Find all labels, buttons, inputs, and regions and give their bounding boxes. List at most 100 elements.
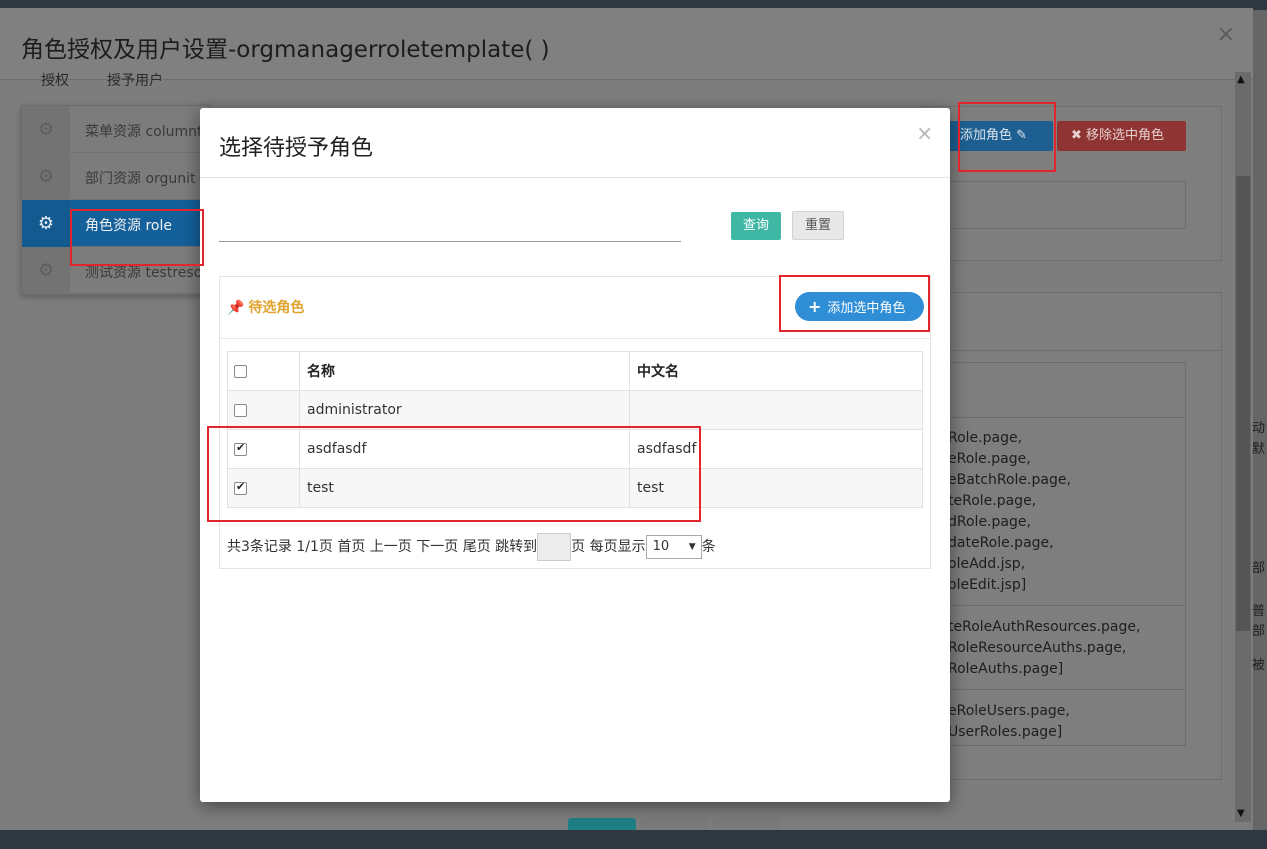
role-cn-name-cell: test bbox=[629, 468, 923, 508]
tab-authorize[interactable]: 授权 bbox=[41, 70, 69, 90]
gear-icon: ⚙ bbox=[22, 106, 70, 153]
gear-icon: ⚙ bbox=[22, 153, 70, 200]
role-auth-tabs: 授权 授予用户 bbox=[21, 68, 1216, 110]
row-checkbox[interactable] bbox=[234, 480, 247, 495]
add-role-label: 添加角色 bbox=[960, 128, 1013, 143]
pager-per-page-label: 每页显示 bbox=[589, 539, 646, 555]
granted-roles-list bbox=[921, 181, 1186, 229]
dialog-close-button[interactable]: × bbox=[916, 121, 933, 145]
menu-item-test-resource[interactable]: ⚙ 测试资源 testresou bbox=[22, 247, 212, 294]
pager-jump-label: 跳转到 bbox=[495, 539, 538, 555]
permission-line: dateRole.page, bbox=[948, 535, 1054, 551]
edge-text: 部 bbox=[1252, 561, 1266, 576]
pager-prev-link[interactable]: 上一页 bbox=[370, 539, 412, 555]
scrollbar-thumb[interactable] bbox=[1236, 176, 1250, 631]
permission-line: teRoleAuthResources.page, bbox=[948, 619, 1141, 635]
row-checkbox-cell bbox=[227, 390, 300, 430]
plus-icon: + bbox=[808, 297, 822, 316]
permissions-panel-divider bbox=[921, 350, 1222, 351]
pager-summary: 共3条记录 1/1页 bbox=[227, 539, 333, 555]
permission-group-3: eRoleUsers.page, UserRoles.page] bbox=[948, 701, 1070, 743]
edge-text: 被 bbox=[1252, 658, 1266, 673]
permissions-row-divider bbox=[930, 605, 1186, 606]
permission-line: RoleAuths.page] bbox=[948, 661, 1064, 677]
add-selected-roles-button[interactable]: + 添加选中角色 bbox=[795, 292, 924, 321]
edge-text: 部 bbox=[1252, 624, 1266, 639]
page-size-select[interactable]: 10 ▼ bbox=[645, 535, 702, 559]
role-name-cell: asdfasdf bbox=[299, 429, 630, 469]
table-header-row: 名称 中文名 bbox=[227, 351, 923, 391]
role-search-input[interactable] bbox=[219, 219, 681, 242]
scroll-up-icon[interactable]: ▲ bbox=[1237, 74, 1245, 85]
dialog-title: 选择待授予角色 bbox=[219, 136, 374, 161]
row-checkbox[interactable] bbox=[234, 403, 247, 417]
permission-line: eRole.page, bbox=[948, 451, 1031, 467]
menu-item-label: 角色资源 role bbox=[85, 218, 172, 234]
role-name-cell: test bbox=[299, 468, 630, 508]
add-role-button[interactable]: 添加角色 ✎ bbox=[947, 121, 1053, 151]
candidate-roles-divider bbox=[220, 338, 930, 339]
query-button[interactable]: 查询 bbox=[731, 212, 781, 240]
remove-role-label: 移除选中角色 bbox=[1086, 128, 1165, 143]
close-icon: ✖ bbox=[1071, 128, 1082, 143]
app-bottom-bar bbox=[0, 830, 1267, 849]
role-cn-name-cell bbox=[629, 390, 923, 430]
select-all-checkbox[interactable] bbox=[234, 364, 247, 378]
permission-line: Role.page, bbox=[948, 430, 1023, 446]
permissions-row-divider bbox=[930, 417, 1186, 418]
permission-line: dRole.page, bbox=[948, 514, 1031, 530]
permission-line: teRole.page, bbox=[948, 493, 1037, 509]
reset-button[interactable]: 重置 bbox=[792, 211, 844, 240]
menu-item-column-resource[interactable]: ⚙ 菜单资源 columnt bbox=[22, 106, 210, 153]
pager-next-link[interactable]: 下一页 bbox=[416, 539, 458, 555]
chevron-down-icon: ▼ bbox=[688, 542, 696, 552]
page-size-value: 10 bbox=[652, 539, 670, 554]
roles-table: 名称 中文名 administrator asdfasdf asdfasdf t… bbox=[227, 351, 923, 508]
permission-group-1: Role.page, eRole.page, eBatchRole.page, … bbox=[948, 428, 1071, 596]
pagination: 共3条记录 1/1页 首页 上一页 下一页 尾页 跳转到 页 每页显示 10 ▼ 条 bbox=[227, 533, 716, 561]
role-name-cell: administrator bbox=[299, 390, 630, 430]
table-row[interactable]: asdfasdf asdfasdf bbox=[227, 429, 923, 469]
permission-group-2: teRoleAuthResources.page, RoleResourceAu… bbox=[948, 617, 1140, 680]
pager-page-unit: 页 bbox=[571, 539, 586, 555]
table-row[interactable]: test test bbox=[227, 468, 923, 508]
candidate-roles-title: 待选角色 bbox=[248, 300, 305, 316]
permission-line: eRoleUsers.page, bbox=[948, 703, 1070, 719]
edge-text: 动 bbox=[1252, 421, 1266, 436]
pager-first-link[interactable]: 首页 bbox=[337, 539, 365, 555]
permission-line: UserRoles.page] bbox=[948, 724, 1063, 740]
tab-grant-users[interactable]: 授予用户 bbox=[107, 70, 163, 90]
permission-line: RoleResourceAuths.page, bbox=[948, 640, 1127, 656]
permissions-row-divider bbox=[930, 689, 1186, 690]
role-cn-name-cell: asdfasdf bbox=[629, 429, 923, 469]
table-row[interactable]: administrator bbox=[227, 390, 923, 430]
column-header-cn-name: 中文名 bbox=[629, 351, 923, 391]
pager-per-unit: 条 bbox=[701, 539, 716, 555]
role-auth-modal-title: 角色授权及用户设置-orgmanagerroletemplate( ) bbox=[21, 37, 550, 63]
menu-item-label: 测试资源 testresou bbox=[85, 265, 212, 281]
pin-icon: 📌 bbox=[227, 300, 245, 316]
edge-text: 默 bbox=[1252, 442, 1266, 457]
edit-icon: ✎ bbox=[1016, 128, 1028, 143]
scroll-down-icon[interactable]: ▼ bbox=[1237, 808, 1245, 819]
row-checkbox[interactable] bbox=[234, 441, 247, 456]
menu-item-label: 菜单资源 columnt bbox=[85, 124, 203, 140]
dialog-header-divider bbox=[200, 177, 950, 178]
permission-line: oleEdit.jsp] bbox=[948, 577, 1027, 593]
menu-item-org-resource[interactable]: ⚙ 部门资源 orgunit bbox=[22, 153, 210, 200]
resource-menu: ⚙ 菜单资源 columnt ⚙ 部门资源 orgunit ⚙ 角色资源 rol… bbox=[21, 105, 211, 295]
role-auth-close-button[interactable]: × bbox=[1217, 22, 1235, 47]
column-header-name: 名称 bbox=[299, 351, 630, 391]
page-jump-input[interactable] bbox=[537, 533, 572, 561]
row-checkbox-cell bbox=[227, 468, 300, 508]
add-selected-label: 添加选中角色 bbox=[827, 301, 906, 316]
candidate-roles-box: 📌待选角色 + 添加选中角色 名称 中文名 administrator asdfa… bbox=[219, 276, 931, 569]
remove-selected-role-button[interactable]: ✖ 移除选中角色 bbox=[1057, 121, 1186, 151]
select-role-dialog: 选择待授予角色 × 查询 重置 📌 待选角色 + 添加选中角色 名称 中文名 adm… bbox=[200, 108, 950, 802]
menu-item-label: 部门资源 orgunit bbox=[85, 171, 196, 187]
permission-line: eBatchRole.page, bbox=[948, 472, 1071, 488]
gear-icon: ⚙ bbox=[22, 200, 70, 247]
menu-item-role-resource[interactable]: ⚙ 角色资源 role bbox=[22, 200, 210, 247]
select-all-cell bbox=[227, 351, 300, 391]
pager-last-link[interactable]: 尾页 bbox=[463, 539, 491, 555]
